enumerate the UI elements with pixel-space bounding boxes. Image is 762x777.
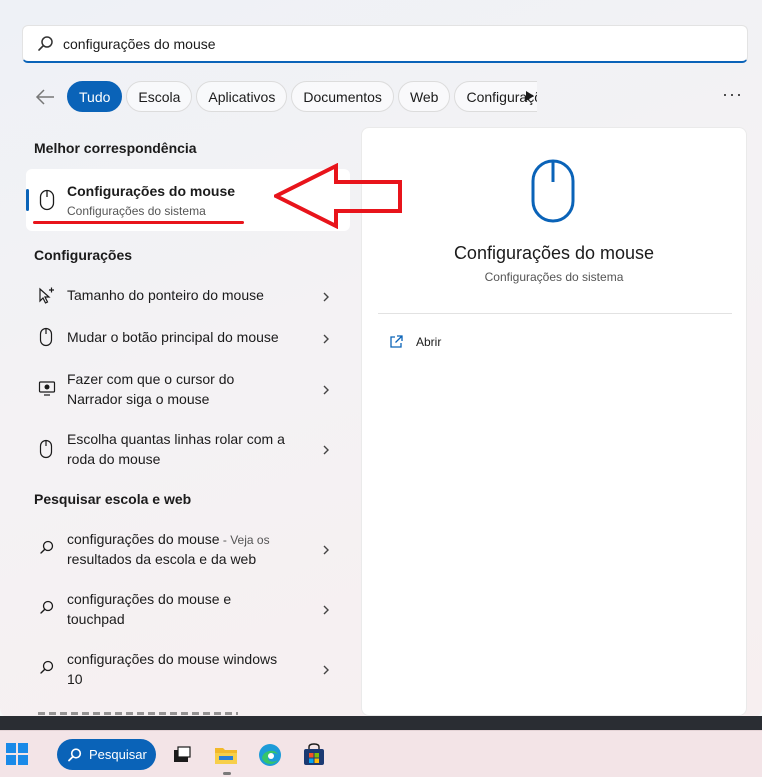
task-view-icon[interactable] <box>168 742 194 768</box>
best-match-subtitle: Configurações do sistema <box>67 204 206 218</box>
mouse-icon <box>38 439 56 459</box>
best-match-title: Configurações do mouse <box>67 183 236 199</box>
web-result-label-line2: resultados da escola e da web <box>67 551 257 567</box>
running-indicator <box>223 772 231 775</box>
web-result-item[interactable]: configurações do mouse - Veja os resulta… <box>34 529 344 571</box>
preview-title: Configurações do mouse <box>453 243 655 263</box>
more-options-button[interactable]: ··· <box>722 84 743 105</box>
chevron-right-icon <box>321 383 331 395</box>
arrow-left-icon[interactable] <box>34 86 58 108</box>
settings-item-label: Fazer com que o cursor do <box>67 371 235 387</box>
chevron-right-icon <box>321 663 331 675</box>
settings-item-label-line2: Narrador siga o mouse <box>67 391 210 407</box>
chevron-right-icon <box>321 603 331 615</box>
settings-item-scroll-lines[interactable]: Escolha quantas linhas rolar com a roda … <box>34 429 344 471</box>
chevron-right-icon <box>321 332 331 344</box>
preview-divider <box>378 313 732 314</box>
settings-item-pointer-size[interactable]: Tamanho do ponteiro do mouse <box>34 285 344 307</box>
filter-chip[interactable]: Aplicativos <box>196 81 288 112</box>
web-result-item[interactable]: configurações do mouse e touchpad <box>34 589 344 631</box>
mouse-icon <box>39 189 55 211</box>
mouse-icon <box>530 158 576 224</box>
search-box[interactable] <box>22 25 748 63</box>
store-icon[interactable] <box>301 742 327 768</box>
preview-pane: Configurações do mouse Configurações do … <box>361 127 747 716</box>
web-result-label: configurações do mouse e <box>67 591 232 607</box>
chevron-right-icon <box>321 290 331 302</box>
open-action[interactable]: Abrir <box>388 334 441 350</box>
web-result-item[interactable]: configurações do mouse windows 10 <box>34 649 344 691</box>
web-result-hint: - Veja os <box>219 533 270 547</box>
filter-chips: Tudo Escola Aplicativos Documentos Web Config… <box>67 81 537 113</box>
cut-off-result <box>38 709 248 715</box>
annotation-arrow <box>274 163 402 229</box>
window-border <box>0 716 762 730</box>
settings-item-label-line2: roda do mouse <box>67 451 161 467</box>
annotation-underline <box>33 221 244 224</box>
web-result-query: configurações do mouse <box>67 531 220 547</box>
edge-icon[interactable] <box>257 742 283 768</box>
search-icon <box>38 539 56 559</box>
filter-chip[interactable]: Tudo <box>67 81 123 112</box>
chevron-right-icon <box>321 543 331 555</box>
settings-item-label: Tamanho do ponteiro do mouse <box>67 287 264 303</box>
settings-heading: Configurações <box>34 247 133 263</box>
search-icon <box>67 747 83 763</box>
web-result-label-line2: touchpad <box>67 611 125 627</box>
taskbar-search-label: Pesquisar <box>89 747 147 762</box>
scroll-right-icon[interactable] <box>524 89 536 103</box>
open-label: Abrir <box>416 335 442 349</box>
web-result-label: configurações do mouse - Veja os <box>67 529 307 550</box>
search-icon <box>38 599 56 619</box>
mouse-icon <box>38 327 56 347</box>
open-external-icon <box>388 334 404 350</box>
preview-subtitle: Configurações do sistema <box>484 270 624 284</box>
taskbar-search-button[interactable]: Pesquisar <box>57 739 156 770</box>
settings-item-primary-button[interactable]: Mudar o botão principal do mouse <box>34 327 344 349</box>
narrator-icon <box>38 379 56 399</box>
selection-indicator <box>26 189 29 211</box>
search-input[interactable] <box>63 35 703 52</box>
web-search-heading: Pesquisar escola e web <box>34 491 192 507</box>
search-panel: TudoEscolaAplicativosDocumentosWeb Config… <box>0 0 762 718</box>
taskbar: Pesquisar <box>0 730 762 777</box>
settings-item-label: Mudar o botão principal do mouse <box>67 329 279 345</box>
filter-chip[interactable]: Web <box>397 81 451 112</box>
filter-chip[interactable]: Documentos <box>291 81 394 112</box>
search-icon <box>38 659 56 679</box>
web-result-label-line2: 10 <box>67 671 83 687</box>
file-explorer-icon[interactable] <box>213 742 239 768</box>
windows-start-icon[interactable] <box>6 743 28 765</box>
chevron-right-icon <box>321 443 331 455</box>
filter-chip[interactable]: Escola <box>126 81 193 112</box>
web-result-label: configurações do mouse windows <box>67 651 278 667</box>
filter-bar: Tudo Escola Aplicativos Documentos Web Config… <box>34 80 754 114</box>
pointer-icon <box>38 286 56 306</box>
best-match-heading: Melhor correspondência <box>34 140 197 156</box>
settings-item-label: Escolha quantas linhas rolar com a <box>67 431 285 447</box>
search-icon <box>37 35 55 53</box>
settings-item-narrator-cursor[interactable]: Fazer com que o cursor do Narrador siga … <box>34 369 344 411</box>
